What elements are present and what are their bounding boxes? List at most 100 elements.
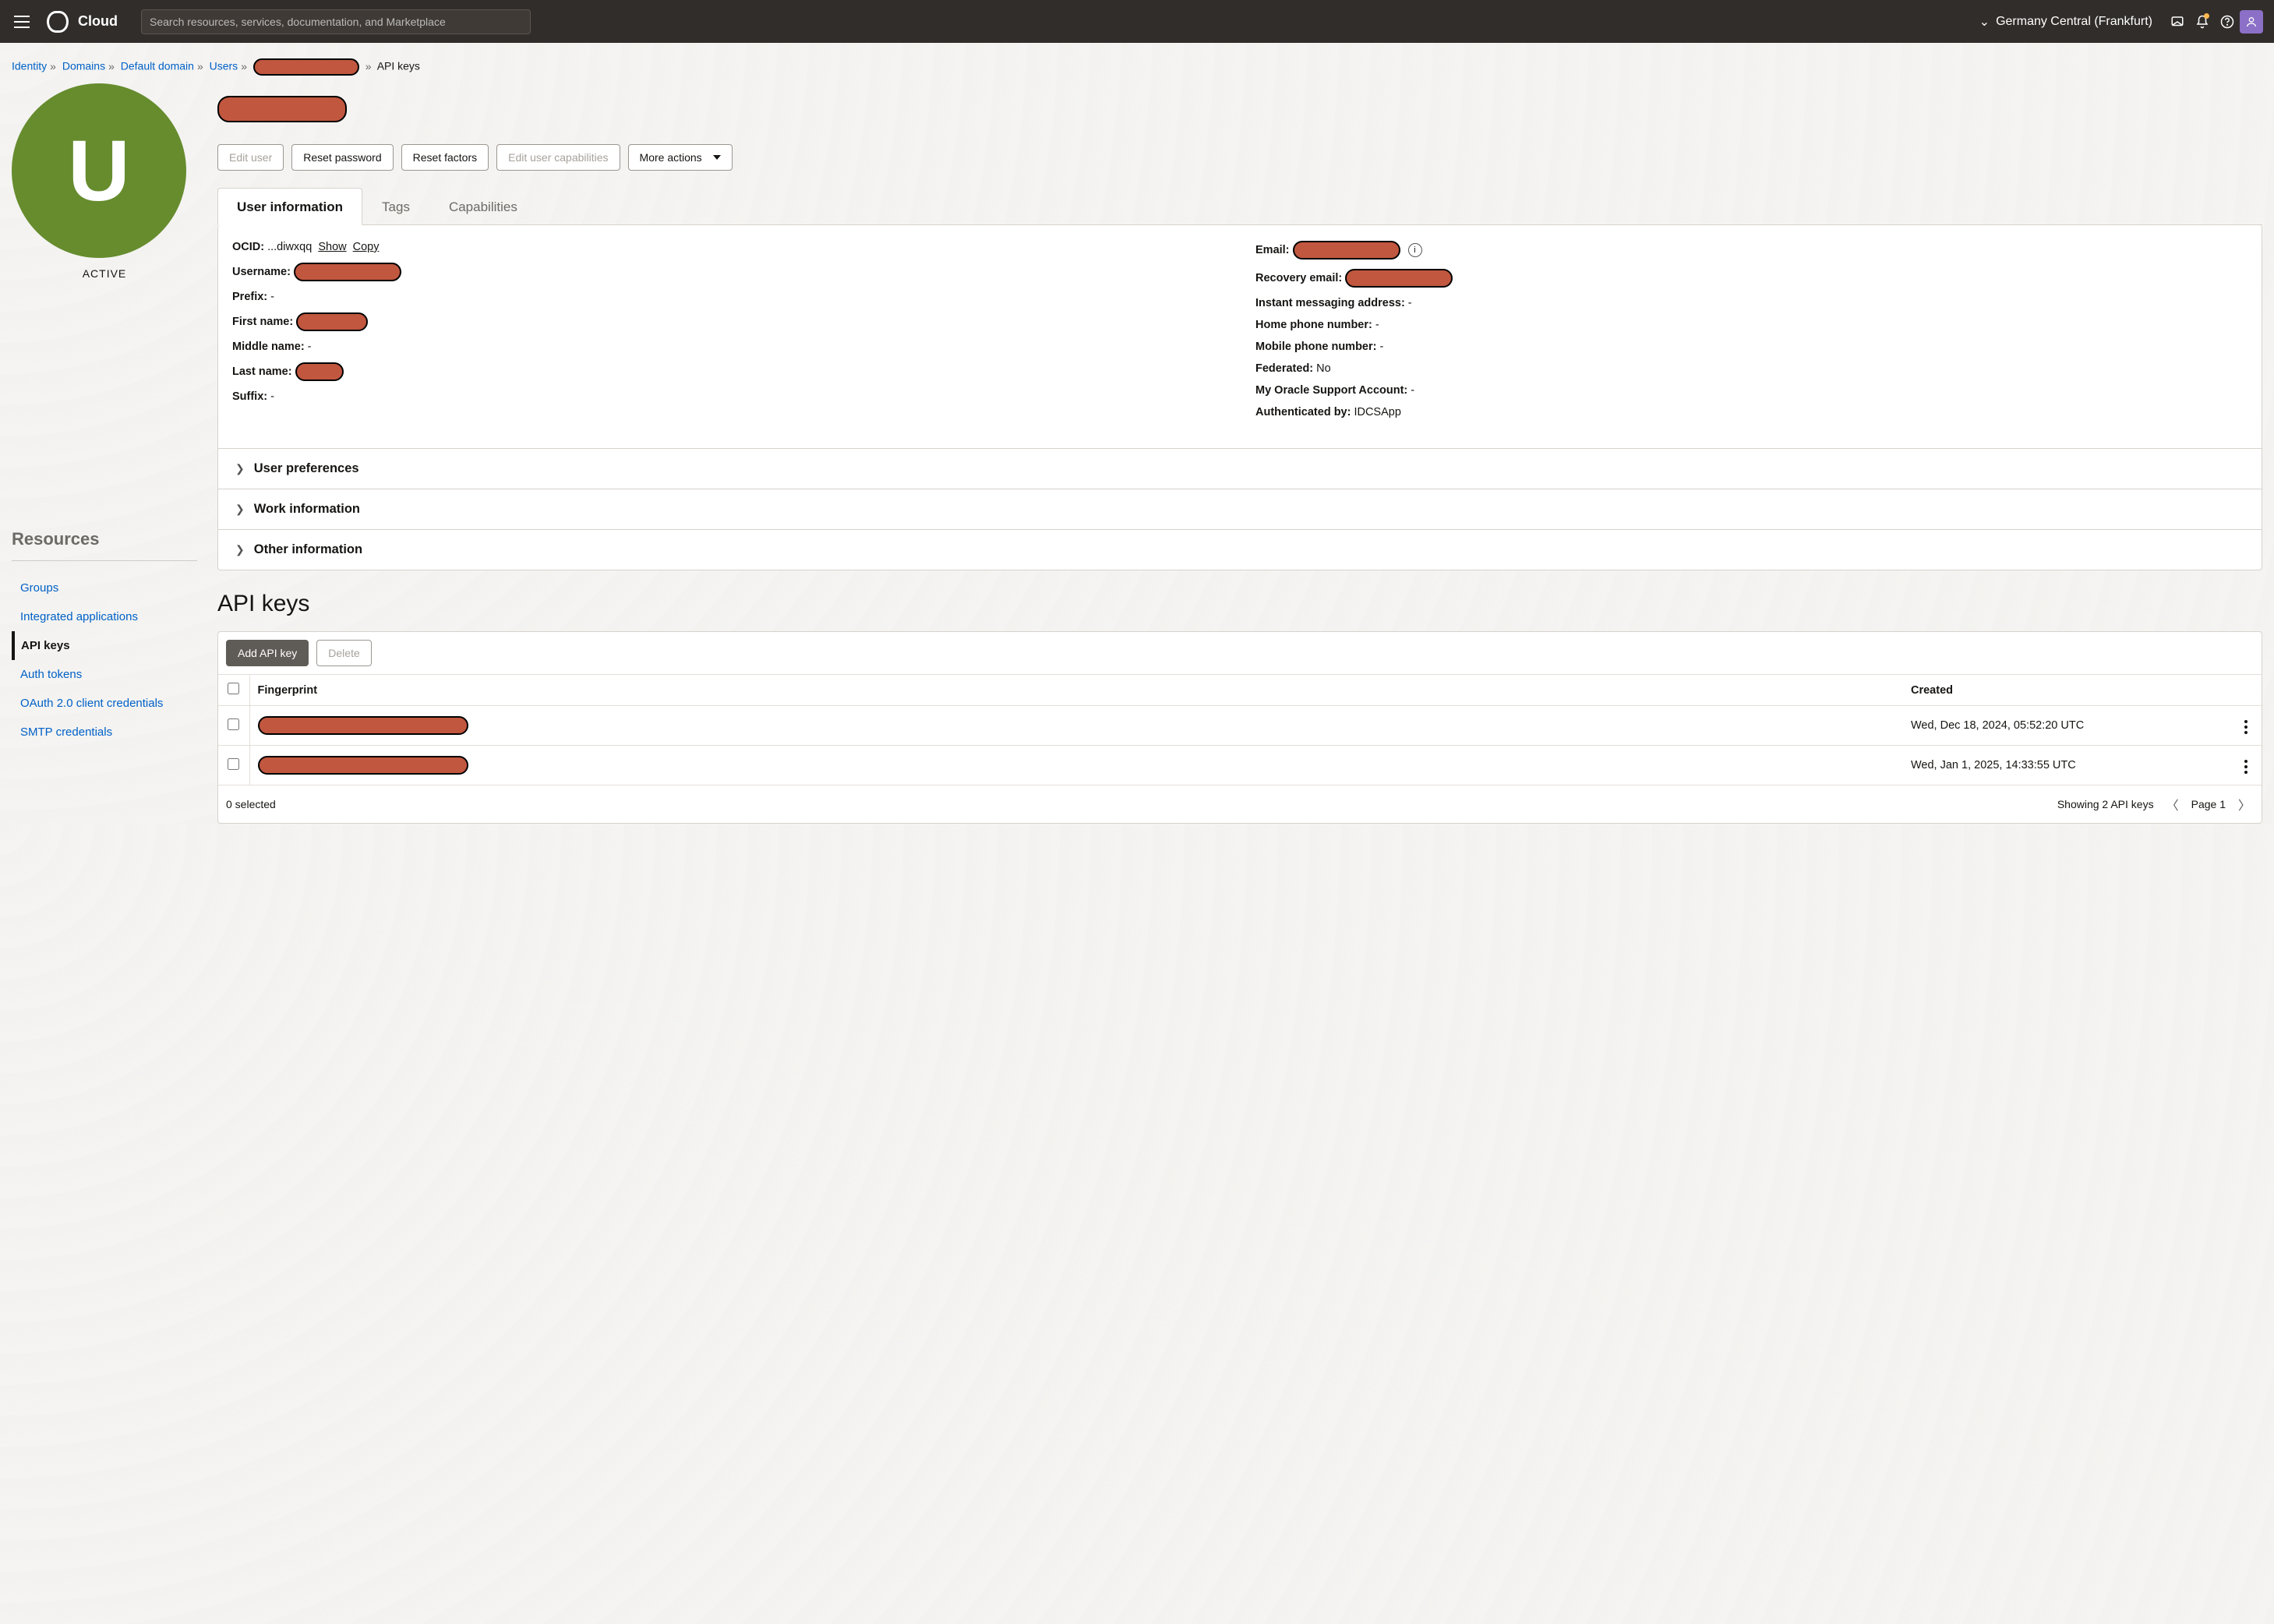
sidebar-item-integrated-applications[interactable]: Integrated applications xyxy=(12,602,197,631)
sidebar-item-auth-tokens[interactable]: Auth tokens xyxy=(12,660,197,689)
prefix-value: - xyxy=(270,291,274,303)
select-all-checkbox[interactable] xyxy=(228,683,239,694)
user-status: ACTIVE xyxy=(12,267,197,280)
add-api-key-button[interactable]: Add API key xyxy=(226,640,309,666)
row-checkbox[interactable] xyxy=(228,758,239,770)
suffix-value: - xyxy=(270,390,274,403)
more-actions-label: More actions xyxy=(640,151,702,164)
chevron-right-icon: ❯ xyxy=(235,503,245,516)
action-row: Edit user Reset password Reset factors E… xyxy=(217,144,2262,171)
federated-label: Federated: xyxy=(1255,362,1313,375)
recovery-email-label: Recovery email: xyxy=(1255,272,1342,284)
prev-page-icon[interactable]: 〈 xyxy=(2163,795,2182,814)
breadcrumb-identity[interactable]: Identity xyxy=(12,60,47,72)
fingerprint-redacted xyxy=(258,716,468,735)
accordion-user-preferences[interactable]: ❯ User preferences xyxy=(218,448,2262,489)
chevron-down-icon: ⌄ xyxy=(1979,14,1990,30)
breadcrumb-user-redacted xyxy=(253,58,359,76)
resources-heading: Resources xyxy=(12,529,197,561)
showing-text: Showing 2 API keys xyxy=(2057,798,2154,810)
api-keys-heading: API keys xyxy=(217,591,2262,617)
accordion-other-information-label: Other information xyxy=(254,542,362,557)
chevron-right-icon: ❯ xyxy=(235,462,245,475)
notifications-icon[interactable] xyxy=(2190,9,2215,34)
tab-capabilities[interactable]: Capabilities xyxy=(429,188,537,225)
tab-user-information[interactable]: User information xyxy=(217,188,362,225)
brand-label: Cloud xyxy=(78,13,118,30)
region-selector[interactable]: ⌄ Germany Central (Frankfurt) xyxy=(1979,14,2152,30)
last-name-redacted xyxy=(295,362,344,381)
mobile-phone-value: - xyxy=(1379,341,1383,353)
recovery-email-redacted xyxy=(1345,269,1453,288)
first-name-redacted xyxy=(296,312,368,331)
mos-label: My Oracle Support Account: xyxy=(1255,384,1407,397)
delete-api-key-button[interactable]: Delete xyxy=(316,640,371,666)
announcements-icon[interactable] xyxy=(2165,9,2190,34)
ocid-copy-link[interactable]: Copy xyxy=(353,241,380,253)
prefix-label: Prefix: xyxy=(232,291,267,303)
chevron-right-icon: ❯ xyxy=(235,543,245,556)
home-phone-value: - xyxy=(1375,319,1379,331)
row-actions-icon[interactable] xyxy=(2241,757,2251,777)
user-info-panel: OCID: ...diwxqq Show Copy Username: Pref… xyxy=(217,225,2262,570)
search-placeholder: Search resources, services, documentatio… xyxy=(150,16,446,28)
col-created: Created xyxy=(1903,675,2230,706)
breadcrumb-users[interactable]: Users xyxy=(210,60,238,72)
help-icon[interactable] xyxy=(2215,9,2240,34)
home-phone-label: Home phone number: xyxy=(1255,319,1372,331)
username-label: Username: xyxy=(232,266,291,278)
breadcrumb-domains[interactable]: Domains xyxy=(62,60,105,72)
username-redacted xyxy=(294,263,401,281)
breadcrumb-current: API keys xyxy=(377,60,420,72)
api-keys-table: Fingerprint Created Wed, Dec 18, 2024, 0… xyxy=(218,674,2262,785)
region-label: Germany Central (Frankfurt) xyxy=(1996,15,2152,29)
search-input[interactable]: Search resources, services, documentatio… xyxy=(141,9,531,34)
created-value: Wed, Dec 18, 2024, 05:52:20 UTC xyxy=(1903,706,2230,746)
accordion-other-information[interactable]: ❯ Other information xyxy=(218,529,2262,570)
page-label: Page 1 xyxy=(2191,798,2226,810)
federated-value: No xyxy=(1316,362,1331,375)
resources-nav: Groups Integrated applications API keys … xyxy=(12,574,197,747)
col-fingerprint: Fingerprint xyxy=(249,675,1903,706)
user-avatar-letter: U xyxy=(68,122,129,221)
sidebar-item-groups[interactable]: Groups xyxy=(12,574,197,602)
breadcrumb-default-domain[interactable]: Default domain xyxy=(121,60,194,72)
oracle-logo-icon xyxy=(47,11,69,33)
info-icon[interactable]: i xyxy=(1408,243,1422,257)
accordion-work-information[interactable]: ❯ Work information xyxy=(218,489,2262,529)
selected-count: 0 selected xyxy=(226,798,276,810)
suffix-label: Suffix: xyxy=(232,390,267,403)
middle-name-label: Middle name: xyxy=(232,341,305,353)
email-label: Email: xyxy=(1255,244,1290,256)
sidebar-item-oauth-credentials[interactable]: OAuth 2.0 client credentials xyxy=(12,689,197,718)
reset-password-button[interactable]: Reset password xyxy=(291,144,393,171)
row-checkbox[interactable] xyxy=(228,718,239,730)
caret-down-icon xyxy=(713,155,721,160)
auth-by-label: Authenticated by: xyxy=(1255,406,1351,418)
table-row: Wed, Jan 1, 2025, 14:33:55 UTC xyxy=(218,746,2262,786)
row-actions-icon[interactable] xyxy=(2241,717,2251,737)
sidebar-item-smtp-credentials[interactable]: SMTP credentials xyxy=(12,718,197,747)
last-name-label: Last name: xyxy=(232,365,292,378)
reset-factors-button[interactable]: Reset factors xyxy=(401,144,489,171)
mobile-phone-label: Mobile phone number: xyxy=(1255,341,1376,353)
ocid-show-link[interactable]: Show xyxy=(318,241,346,253)
sidebar-item-api-keys[interactable]: API keys xyxy=(12,631,197,660)
table-row: Wed, Dec 18, 2024, 05:52:20 UTC xyxy=(218,706,2262,746)
breadcrumb: Identity» Domains» Default domain» Users… xyxy=(0,43,2274,83)
accordion-work-information-label: Work information xyxy=(254,502,360,517)
tab-tags[interactable]: Tags xyxy=(362,188,429,225)
accordion-user-preferences-label: User preferences xyxy=(254,461,359,476)
user-avatar-icon[interactable] xyxy=(2240,10,2263,34)
edit-user-capabilities-button[interactable]: Edit user capabilities xyxy=(496,144,620,171)
tabs: User information Tags Capabilities xyxy=(217,187,2262,225)
created-value: Wed, Jan 1, 2025, 14:33:55 UTC xyxy=(1903,746,2230,786)
email-redacted xyxy=(1293,241,1400,259)
auth-by-value: IDCSApp xyxy=(1354,406,1400,418)
next-page-icon[interactable]: 〉 xyxy=(2235,795,2254,814)
more-actions-button[interactable]: More actions xyxy=(628,144,733,171)
menu-icon[interactable] xyxy=(11,11,33,33)
api-keys-panel: Add API key Delete Fingerprint Created xyxy=(217,631,2262,824)
ocid-label: OCID: xyxy=(232,241,264,253)
edit-user-button[interactable]: Edit user xyxy=(217,144,284,171)
